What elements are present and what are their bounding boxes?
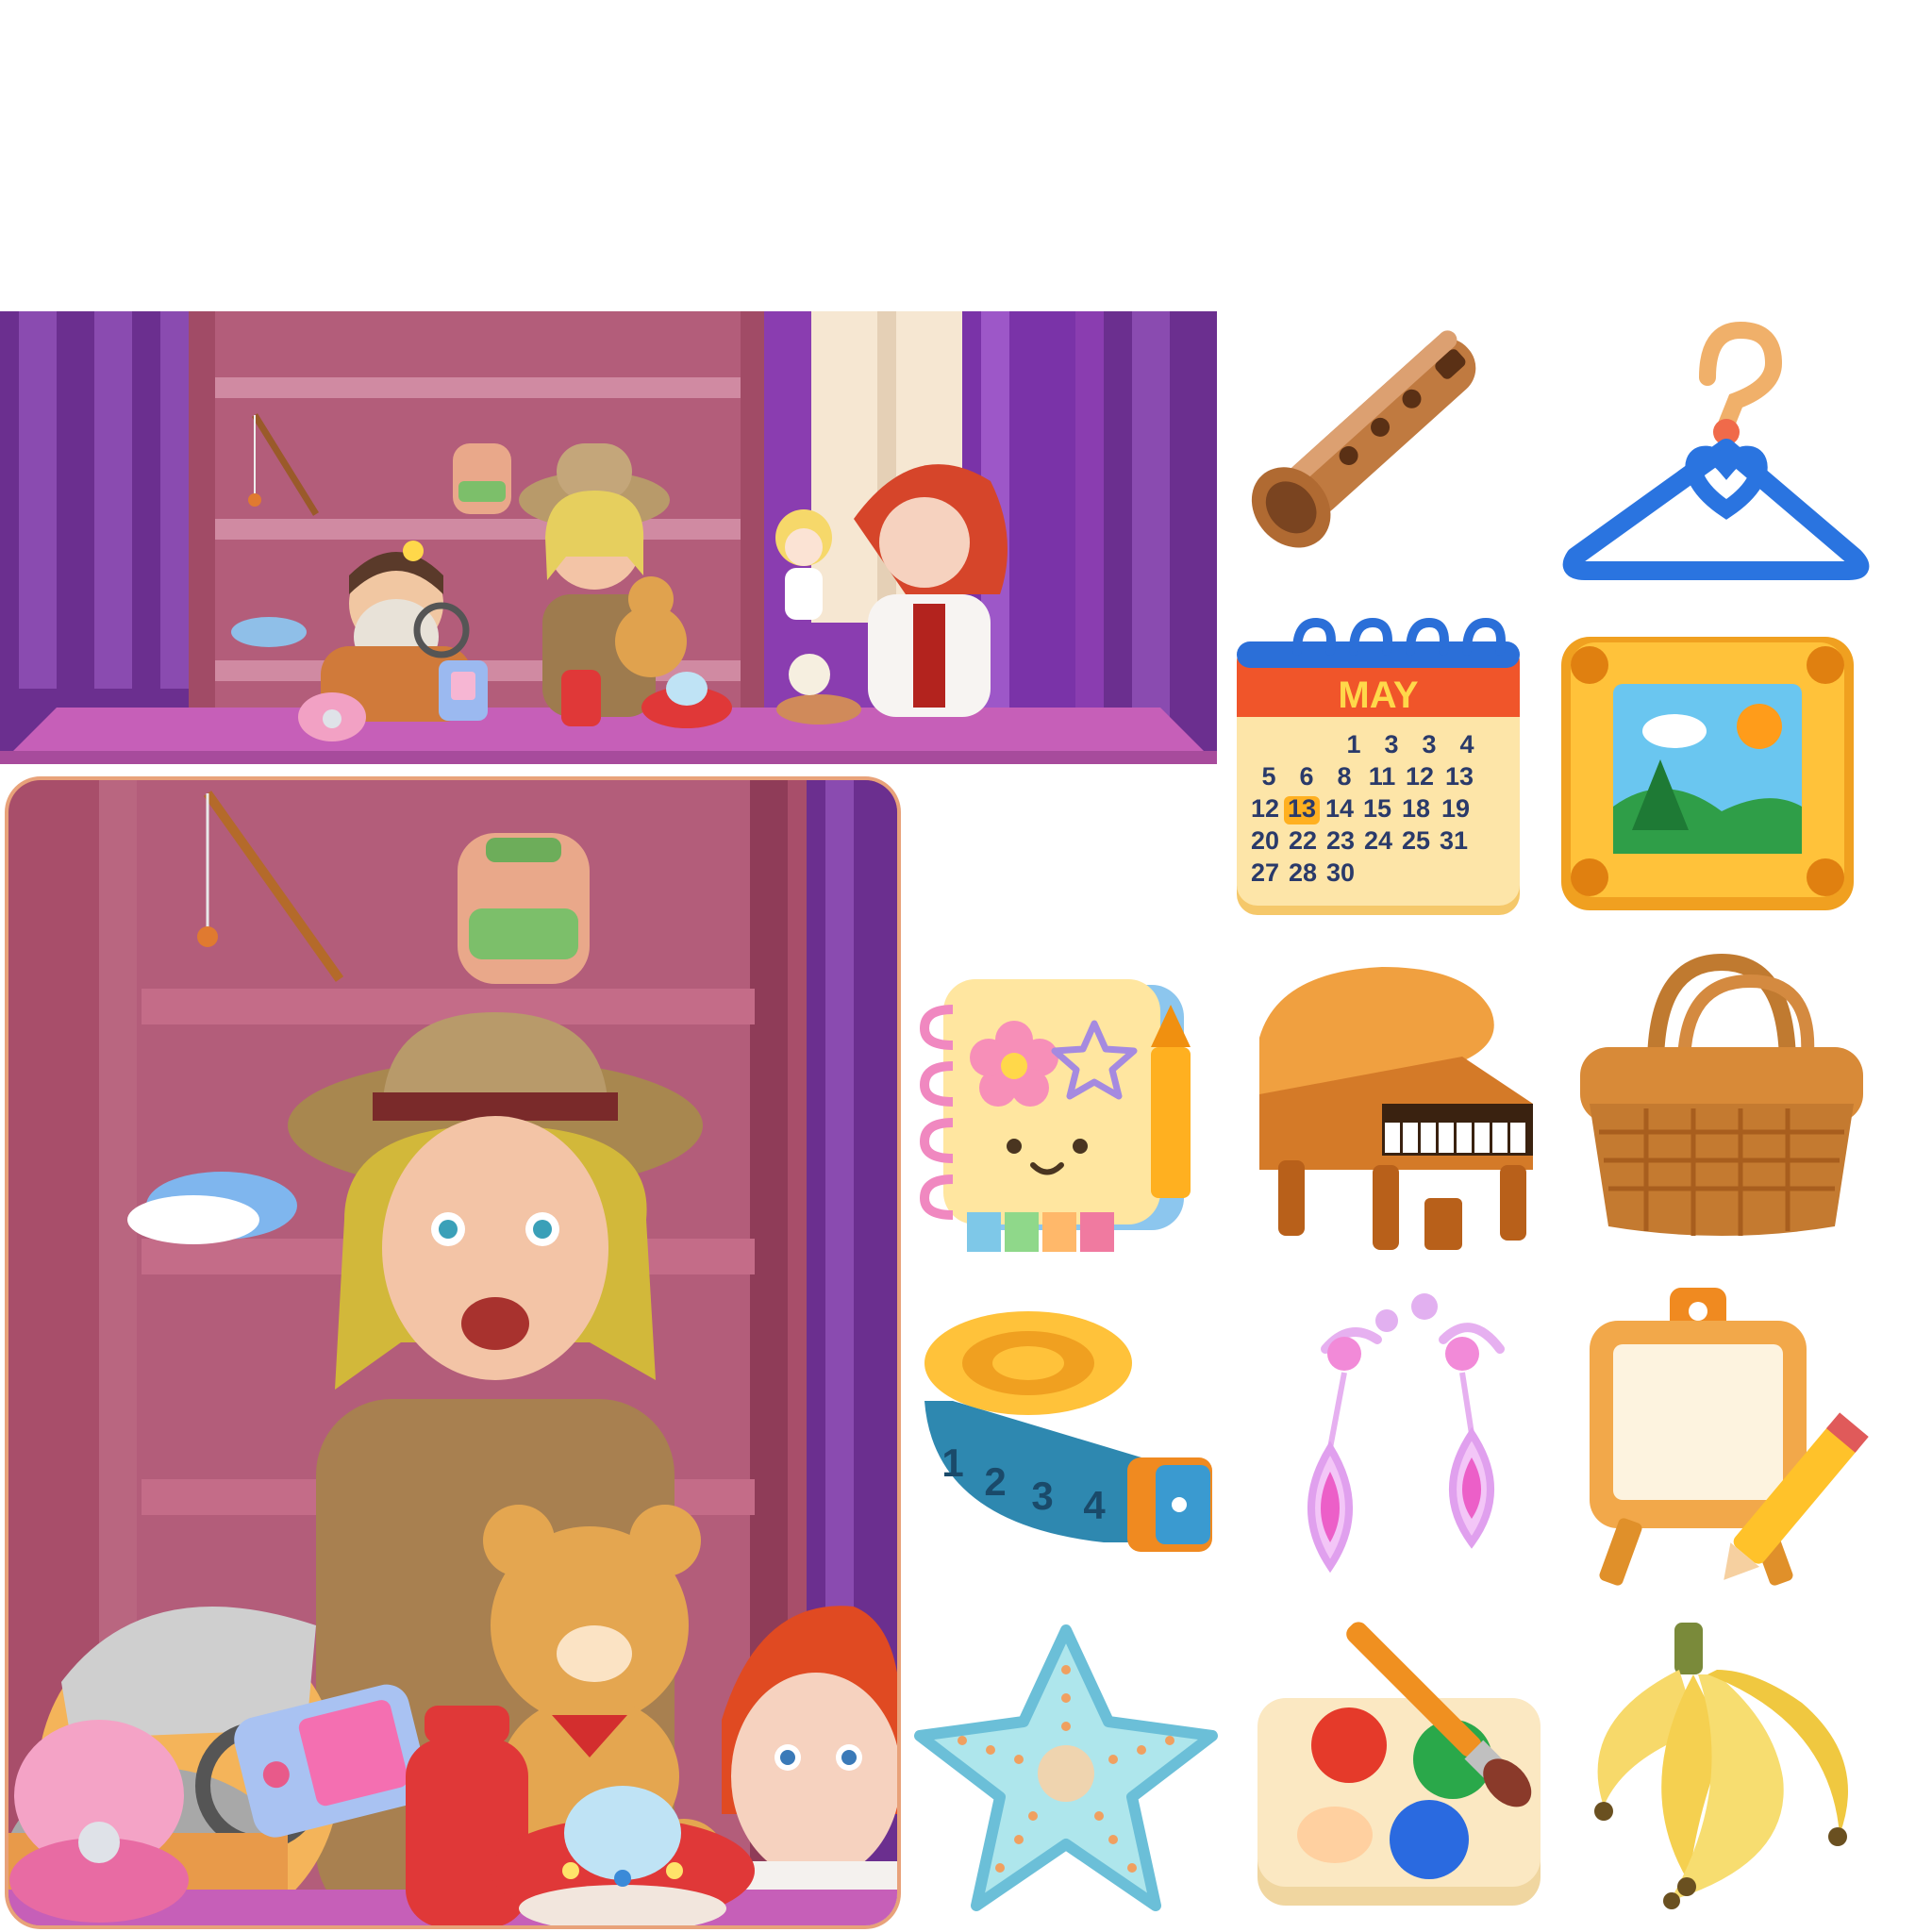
recorder-icon[interactable] [1226, 278, 1528, 585]
basket-icon[interactable] [1571, 943, 1873, 1245]
calendar-day: 13 [1445, 762, 1474, 791]
calendar-icon[interactable]: MAY 1 3 3 4 5 6 8 11 12 13 12 13 14 15 1… [1231, 613, 1533, 924]
calendar-day: 28 [1289, 858, 1317, 887]
hanger-icon[interactable] [1547, 311, 1870, 594]
grand-piano-icon[interactable] [1250, 953, 1547, 1259]
calendar-day: 6 [1299, 762, 1313, 791]
calendar-day: 12 [1406, 762, 1434, 791]
tall-shelf-scene [5, 776, 901, 1929]
calendar-day: 24 [1364, 826, 1392, 855]
tape-mark: 1 [941, 1441, 963, 1485]
calendar-month: MAY [1338, 675, 1419, 716]
calendar-day: 30 [1326, 858, 1355, 887]
calendar-day: 12 [1251, 794, 1279, 823]
picture-frame-icon[interactable] [1552, 627, 1863, 920]
calendar-day: 15 [1363, 794, 1391, 823]
calendar-day-highlight: 13 [1288, 794, 1316, 823]
bananas-icon[interactable] [1585, 1618, 1887, 1920]
calendar-day: 27 [1251, 858, 1279, 887]
calendar-day: 19 [1441, 794, 1470, 823]
calendar-day: 31 [1440, 826, 1468, 855]
calendar-day: 3 [1422, 730, 1436, 758]
calendar-day: 8 [1337, 762, 1351, 791]
tape-mark: 2 [984, 1459, 1006, 1504]
calendar-day: 5 [1261, 762, 1275, 791]
tape-mark: 3 [1031, 1474, 1053, 1518]
tape-mark: 4 [1083, 1483, 1106, 1527]
paint-palette-icon[interactable] [1250, 1622, 1561, 1915]
calendar-day: 23 [1326, 826, 1355, 855]
measuring-tape-icon[interactable]: 1 2 3 4 [915, 1307, 1226, 1566]
calendar-day: 4 [1459, 730, 1474, 758]
calendar-day: 3 [1384, 730, 1398, 758]
calendar-day: 14 [1325, 794, 1354, 823]
calendar-day: 20 [1251, 826, 1279, 855]
easel-icon[interactable] [1571, 1283, 1873, 1590]
calendar-day: 25 [1402, 826, 1430, 855]
sketchbook-icon[interactable] [915, 972, 1226, 1264]
calendar-day: 1 [1346, 730, 1360, 758]
calendar-day: 18 [1402, 794, 1430, 823]
calendar-day: 22 [1289, 826, 1317, 855]
calendar-day: 11 [1369, 762, 1396, 791]
earrings-icon[interactable] [1255, 1283, 1552, 1594]
starfish-icon[interactable] [914, 1623, 1226, 1915]
wide-shelf-scene [0, 311, 1217, 764]
